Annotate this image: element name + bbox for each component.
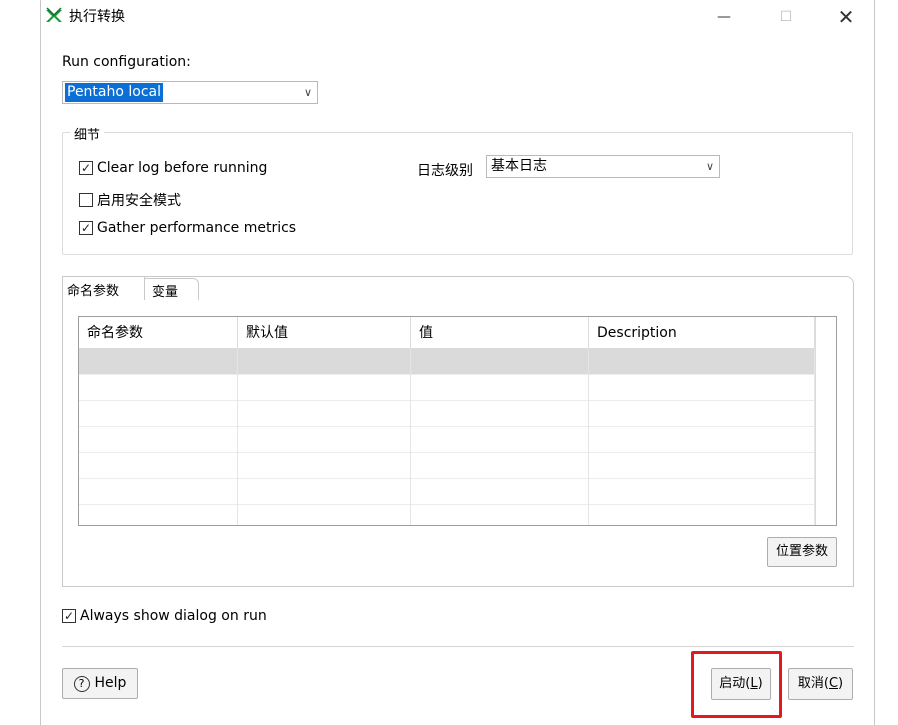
close-icon: ✕ <box>837 5 855 29</box>
safe-mode-checkbox-row[interactable]: 启用安全模式 <box>79 190 181 210</box>
help-button-label: Help <box>94 675 127 691</box>
table-row[interactable] <box>79 349 815 375</box>
table-row[interactable] <box>79 401 815 427</box>
run-configuration-select[interactable]: Pentaho local ∨ <box>62 81 318 104</box>
log-level-label: 日志级别 <box>417 163 473 179</box>
chevron-down-icon: ∨ <box>705 160 714 173</box>
positional-parameters-button[interactable]: 位置参数 <box>767 537 837 567</box>
start-mnemonic: L <box>750 676 758 691</box>
table-row[interactable] <box>79 427 815 453</box>
performance-metrics-checkbox-row[interactable]: ✓ Gather performance metrics <box>79 220 296 236</box>
column-header-description[interactable]: Description <box>589 317 815 349</box>
help-icon: ? <box>73 675 90 692</box>
column-header-value[interactable]: 值 <box>411 317 589 349</box>
clear-log-checkbox-row[interactable]: ✓ Clear log before running <box>79 160 267 176</box>
performance-metrics-checkbox[interactable]: ✓ <box>79 221 93 235</box>
footer-separator <box>62 646 854 647</box>
table-row[interactable] <box>79 453 815 479</box>
help-button[interactable]: ? Help <box>62 668 138 699</box>
minimize-button[interactable]: — <box>701 0 747 34</box>
always-show-checkbox[interactable]: ✓ <box>62 609 76 623</box>
performance-metrics-label: Gather performance metrics <box>97 220 297 236</box>
start-button-label: 启动 <box>719 676 746 691</box>
always-show-label: Always show dialog on run <box>80 608 267 624</box>
log-level-select[interactable]: 基本日志 ∨ <box>486 155 720 178</box>
table-scroll-column <box>815 317 836 525</box>
maximize-button[interactable]: ☐ <box>763 0 809 34</box>
close-button[interactable]: ✕ <box>823 0 869 34</box>
cancel-button[interactable]: 取消(C) <box>788 668 853 700</box>
table-header: 命名参数 默认值 值 Description <box>79 317 815 349</box>
table-row[interactable] <box>79 479 815 505</box>
log-level-value: 基本日志 <box>491 158 547 174</box>
table-row[interactable] <box>79 375 815 401</box>
background-left <box>0 0 40 725</box>
background-right <box>875 0 898 725</box>
tab-variables[interactable]: 变量 <box>145 278 199 300</box>
cancel-mnemonic: C <box>828 676 839 691</box>
maximize-icon: ☐ <box>779 9 793 25</box>
clear-log-label: Clear log before running <box>97 160 268 176</box>
safe-mode-checkbox[interactable] <box>79 193 93 207</box>
run-configuration-value: Pentaho local <box>65 83 164 102</box>
kettle-app-icon <box>46 7 62 22</box>
run-configuration-label: Run configuration: <box>62 54 191 70</box>
always-show-checkbox-row[interactable]: ✓ Always show dialog on run <box>62 608 267 624</box>
column-header-named-parameter[interactable]: 命名参数 <box>79 317 238 349</box>
named-parameters-table[interactable]: 命名参数 默认值 值 Description <box>78 316 837 526</box>
column-header-default-value[interactable]: 默认值 <box>238 317 411 349</box>
window-border-left <box>40 0 41 725</box>
details-group-title: 细节 <box>70 124 105 143</box>
tab-named-parameters[interactable]: 命名参数 <box>62 276 145 300</box>
start-button[interactable]: 启动(L) <box>711 668 771 700</box>
minimize-icon: — <box>717 9 731 25</box>
chevron-down-icon: ∨ <box>303 86 312 99</box>
window-title: 执行转换 <box>69 9 125 25</box>
safe-mode-label: 启用安全模式 <box>97 193 181 209</box>
table-row[interactable] <box>79 505 815 525</box>
clear-log-checkbox[interactable]: ✓ <box>79 161 93 175</box>
cancel-button-label: 取消 <box>797 676 824 691</box>
title-bar <box>41 0 874 34</box>
